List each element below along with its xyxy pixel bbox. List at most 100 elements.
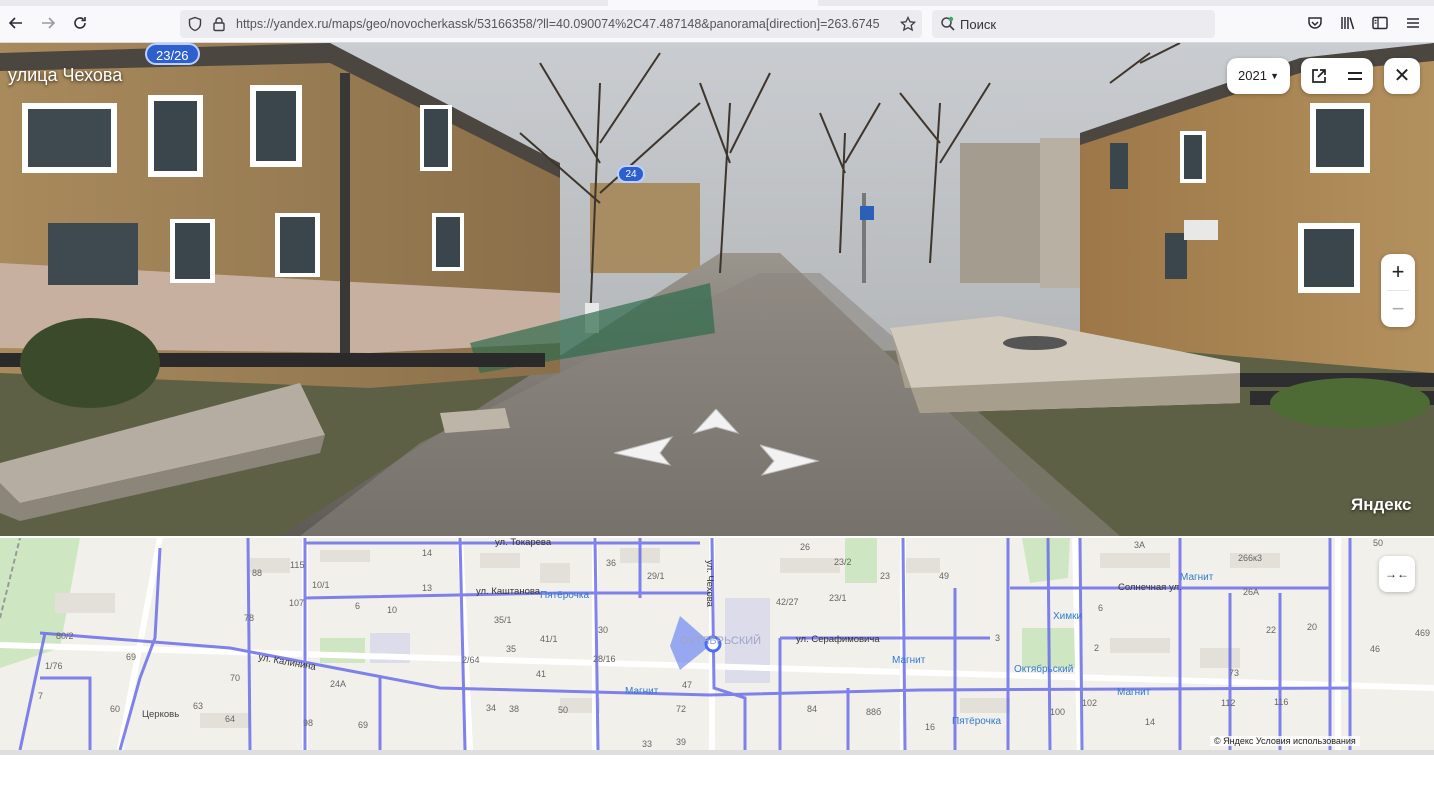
map-copyright[interactable]: © Яндекс Условия использования — [1210, 736, 1360, 746]
house-number: 30 — [598, 625, 609, 635]
house-number: 73 — [1229, 668, 1240, 678]
house-number: 2/64 — [462, 655, 480, 665]
house-number: 112 — [1221, 698, 1236, 708]
house-number: 33 — [642, 739, 653, 749]
poi-label[interactable]: Магнит — [625, 686, 658, 697]
library-icon[interactable] — [1339, 14, 1357, 32]
split-view-icon[interactable] — [1346, 67, 1364, 90]
house-number-badge[interactable]: 24 — [617, 165, 645, 183]
house-number: 36 — [606, 558, 617, 568]
browser-toolbar: https://yandex.ru/maps/geo/novocherkassk… — [0, 0, 1434, 43]
house-number: 88б — [866, 707, 882, 717]
poi-label[interactable]: Церковь — [142, 709, 179, 720]
yandex-logo: Яндекс — [1351, 495, 1412, 514]
house-number: 49 — [939, 571, 950, 581]
active-tab[interactable] — [608, 0, 818, 6]
forward-icon[interactable] — [39, 14, 57, 32]
pocket-icon[interactable] — [1306, 14, 1324, 32]
house-number: 70 — [230, 673, 241, 683]
house-number: 22 — [1266, 625, 1277, 635]
house-number: 20 — [1307, 622, 1318, 632]
house-number: 64 — [225, 714, 236, 724]
house-number: 38 — [509, 704, 520, 714]
house-number: 26А — [1243, 587, 1260, 597]
collapse-map-button[interactable]: →← — [1379, 556, 1415, 592]
street-panorama[interactable]: улица Чехова 23/26 24 2021 ▼ ✕ + − Яндек… — [0, 43, 1434, 536]
house-number: 3 — [995, 633, 1001, 643]
street-label: Солнечная ул. — [1118, 582, 1182, 593]
search-icon — [940, 16, 956, 37]
house-number: 80/2 — [56, 631, 74, 641]
house-number: 60 — [110, 704, 121, 714]
house-number: 469 — [1415, 628, 1431, 638]
poi-label[interactable]: Магнит — [892, 655, 925, 666]
house-number: 16 — [925, 722, 936, 732]
house-number: 7 — [38, 691, 44, 701]
house-number: 69 — [126, 652, 137, 662]
house-number: 50 — [558, 705, 569, 715]
house-number: 88 — [252, 568, 263, 578]
street-label: ул. Серафимовича — [796, 634, 880, 645]
house-number: 10/1 — [312, 580, 330, 590]
mini-map[interactable]: ул. Токарева ул. Каштанова ул. Калинина … — [0, 538, 1434, 750]
house-number: 46 — [1370, 644, 1381, 654]
menu-icon[interactable] — [1404, 14, 1422, 32]
reload-icon[interactable] — [71, 14, 89, 32]
panorama-scene[interactable] — [0, 43, 1434, 536]
house-number: 116 — [1274, 697, 1289, 707]
nav-arrow-forward-icon[interactable] — [692, 409, 740, 435]
house-number: 14 — [1145, 717, 1156, 727]
house-number: 6 — [1098, 603, 1104, 613]
shield-icon[interactable] — [187, 16, 203, 32]
district-label: ОКТЯБРЬСКИЙ — [680, 635, 762, 647]
url-bar[interactable]: https://yandex.ru/maps/geo/novocherkassk… — [180, 10, 922, 38]
house-number: 35 — [506, 644, 517, 654]
house-number: 63 — [193, 701, 204, 711]
nav-arrow-right-icon[interactable] — [760, 443, 820, 477]
house-number: 98 — [303, 718, 314, 728]
house-number: 50 — [1373, 538, 1384, 548]
close-icon: ✕ — [1393, 65, 1411, 87]
poi-label[interactable]: Пятёрочка — [540, 590, 589, 601]
house-number: 107 — [289, 598, 305, 608]
house-number: 100 — [1050, 707, 1066, 717]
house-number: 24А — [330, 679, 347, 689]
url-text[interactable]: https://yandex.ru/maps/geo/novocherkassk… — [236, 17, 896, 31]
chevron-down-icon: ▼ — [1270, 71, 1279, 81]
lock-icon[interactable] — [211, 16, 227, 32]
house-number: 28/16 — [593, 654, 616, 664]
house-number: 23/2 — [834, 557, 852, 567]
sidebar-icon[interactable] — [1371, 14, 1389, 32]
year-selector[interactable]: 2021 ▼ — [1227, 58, 1290, 94]
back-icon[interactable] — [7, 14, 25, 32]
house-number: 35/1 — [494, 615, 512, 625]
share-external-icon[interactable] — [1310, 67, 1328, 90]
nav-arrow-left-icon[interactable] — [614, 435, 674, 467]
poi-label[interactable]: Химки — [1053, 611, 1082, 622]
search-placeholder: Поиск — [960, 17, 997, 32]
house-number: 34 — [486, 703, 497, 713]
panorama-counter[interactable]: 23/26 — [145, 43, 200, 65]
bookmark-star-icon[interactable] — [899, 15, 917, 32]
street-label: ул. Каштанова — [476, 586, 541, 597]
poi-label[interactable]: Магнит — [1180, 572, 1213, 583]
zoom-out-button[interactable]: − — [1381, 291, 1415, 327]
search-bar[interactable]: Поиск — [932, 10, 1215, 38]
street-name: улица Чехова — [8, 65, 123, 85]
zoom-in-button[interactable]: + — [1381, 254, 1415, 290]
bottom-scrollbar[interactable] — [0, 750, 1434, 755]
panorama-tools — [1301, 58, 1373, 94]
house-number: 10 — [387, 605, 398, 615]
poi-label[interactable]: Октябрьский — [1014, 664, 1073, 675]
house-number: 266к3 — [1238, 553, 1262, 563]
house-number: 41/1 — [540, 634, 558, 644]
house-number: 29/1 — [647, 571, 665, 581]
house-number: 13 — [422, 583, 433, 593]
poi-label[interactable]: Пятёрочка — [952, 716, 1001, 727]
zoom-control: + − — [1381, 254, 1415, 327]
house-number: 23 — [880, 571, 891, 581]
collapse-icon: →← — [1385, 567, 1409, 581]
house-number: 41 — [536, 669, 547, 679]
close-panorama-button[interactable]: ✕ — [1384, 58, 1420, 94]
poi-label[interactable]: Магнит — [1117, 687, 1150, 698]
